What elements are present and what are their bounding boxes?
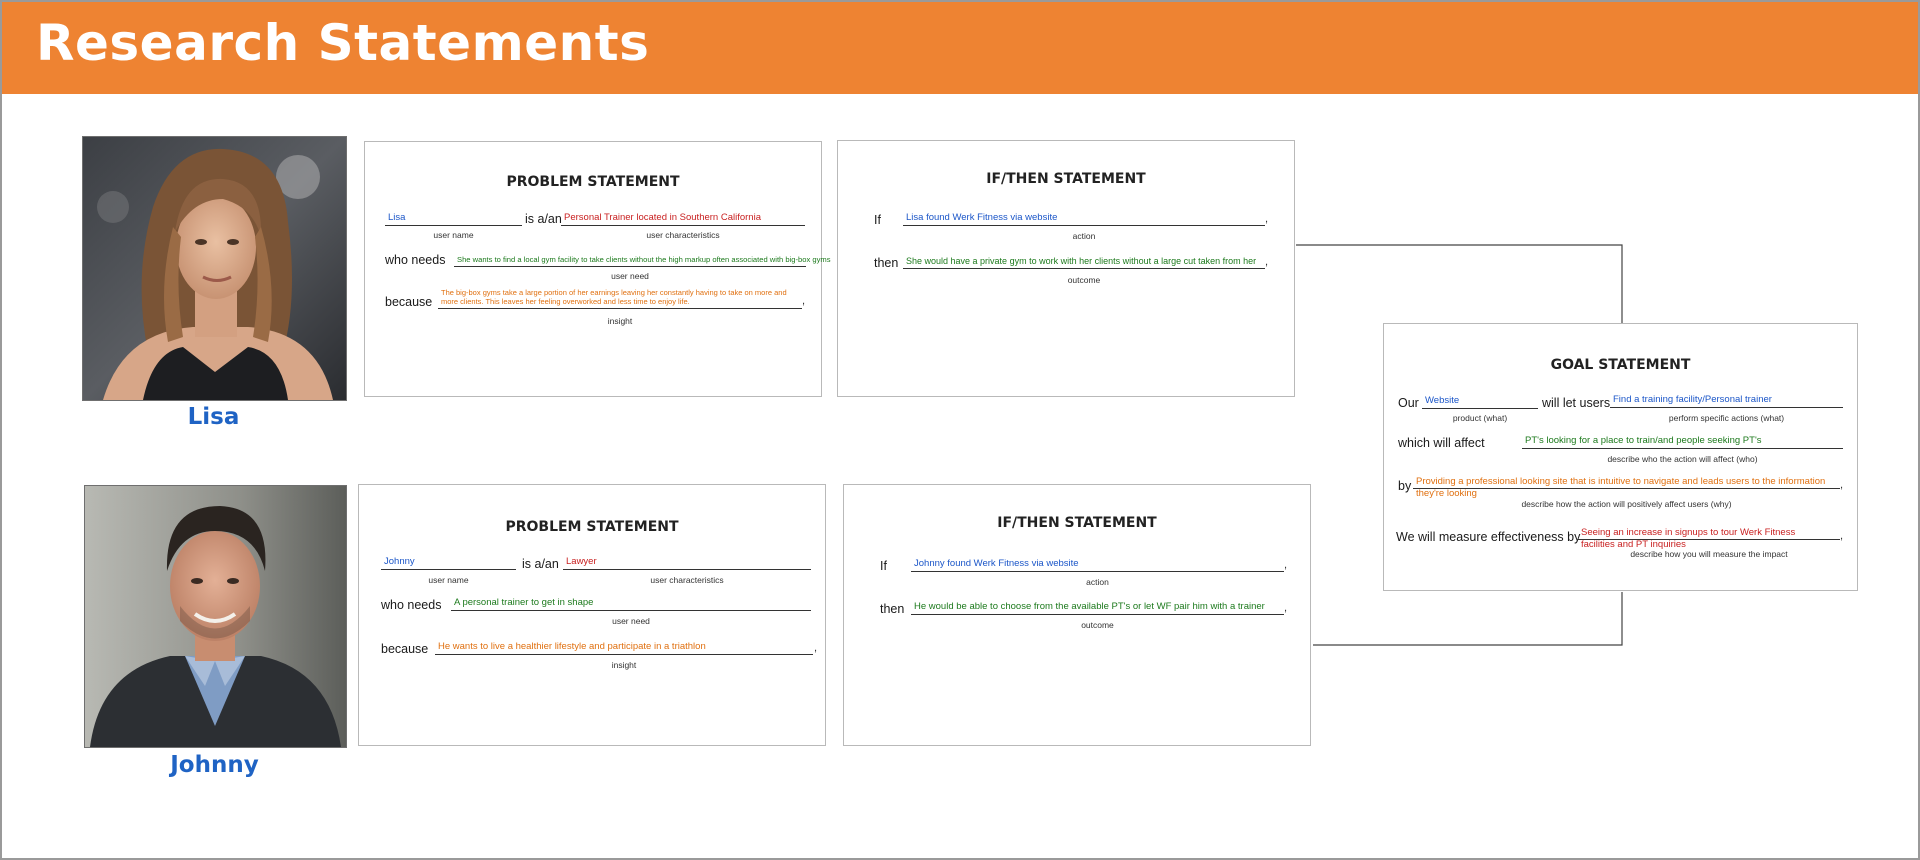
comma: , <box>1265 256 1269 268</box>
characteristics-field: Lawyer <box>563 555 811 570</box>
characteristics-caption: user characteristics <box>646 230 720 240</box>
user-name-value: Johnny <box>384 556 415 567</box>
measure-label: We will measure effectiveness by <box>1396 530 1581 544</box>
product-value: Website <box>1425 395 1460 406</box>
need-field: A personal trainer to get in shape <box>451 596 811 611</box>
insight-caption: insight <box>611 660 637 670</box>
if-label: If <box>880 559 887 573</box>
problem-statement-card-lisa: PROBLEM STATEMENT Lisa user name is a/an… <box>364 141 831 397</box>
action-value: Johnny found Werk Fitness via website <box>914 558 1079 569</box>
johnny-photo <box>84 485 347 748</box>
comma: , <box>1284 602 1288 614</box>
then-label: then <box>874 256 899 270</box>
comma: , <box>1840 530 1844 542</box>
card-title: IF/THEN STATEMENT <box>986 171 1146 187</box>
user-name-field: Johnny <box>381 555 516 570</box>
if-label: If <box>874 213 881 227</box>
user-name-caption: user name <box>428 575 469 585</box>
impact-caption: describe how you will measure the impact <box>1630 549 1788 559</box>
connector-johnny <box>1313 592 1623 646</box>
characteristics-caption: user characteristics <box>650 575 724 585</box>
actions-value: Find a training facility/Personal traine… <box>1613 394 1772 405</box>
by-label: by <box>1398 479 1412 493</box>
who-value: PT's looking for a place to train/and pe… <box>1525 435 1762 446</box>
action-value: Lisa found Werk Fitness via website <box>906 212 1058 223</box>
insight-caption: insight <box>607 316 633 326</box>
why-field: Providing a professional looking site th… <box>1413 470 1840 499</box>
need-value: She wants to find a local gym facility t… <box>457 255 831 264</box>
comma: , <box>1840 479 1844 491</box>
which-will-affect-label: which will affect <box>1398 436 1485 450</box>
ifthen-statement-card-johnny: IF/THEN STATEMENT If Johnny found Werk F… <box>843 484 1311 746</box>
impact-field: Seeing an increase in signups to tour We… <box>1578 523 1840 550</box>
then-label: then <box>880 602 905 616</box>
persona-name-lisa: Lisa <box>187 404 240 430</box>
actions-caption: perform specific actions (what) <box>1668 413 1785 423</box>
user-name-value: Lisa <box>388 212 406 223</box>
outcome-caption: outcome <box>1067 275 1101 285</box>
need-field: She wants to find a local gym facility t… <box>454 252 831 267</box>
lisa-photo <box>82 136 347 401</box>
action-field: Lisa found Werk Fitness via website <box>903 211 1265 226</box>
action-field: Johnny found Werk Fitness via website <box>911 557 1284 572</box>
comma: , <box>1284 559 1288 571</box>
impact-value: Seeing an increase in signups to tour We… <box>1581 527 1796 550</box>
our-label: Our <box>1398 396 1419 410</box>
insight-field: The big-box gyms take a large portion of… <box>438 284 802 309</box>
user-name-caption: user name <box>433 230 474 240</box>
characteristics-value: Lawyer <box>566 556 597 567</box>
product-caption: product (what) <box>1452 413 1508 423</box>
persona-name-johnny: Johnny <box>170 752 259 778</box>
product-field: Website <box>1422 394 1538 409</box>
because-label: because <box>385 295 433 309</box>
need-caption: user need <box>612 616 650 626</box>
why-value: Providing a professional looking site th… <box>1416 476 1826 499</box>
action-caption: action <box>1086 577 1109 587</box>
characteristics-field: Personal Trainer located in Southern Cal… <box>561 211 805 226</box>
need-value: A personal trainer to get in shape <box>454 597 594 608</box>
actions-field: Find a training facility/Personal traine… <box>1610 393 1843 408</box>
outcome-value: He would be able to choose from the avai… <box>914 601 1265 612</box>
will-let-users-label: will let users <box>1542 396 1611 410</box>
characteristics-value: Personal Trainer located in Southern Cal… <box>564 212 761 223</box>
insight-field: He wants to live a healthier lifestyle a… <box>435 640 813 655</box>
problem-statement-card-johnny: PROBLEM STATEMENT Johnny user name is a/… <box>358 484 826 746</box>
why-caption: describe how the action will positively … <box>1521 499 1732 509</box>
insight-value: He wants to live a healthier lifestyle a… <box>438 641 706 652</box>
outcome-field: She would have a private gym to work wit… <box>903 254 1265 269</box>
comma: , <box>1265 213 1269 225</box>
who-field: PT's looking for a place to train/and pe… <box>1522 434 1843 449</box>
who-needs-label: who needs <box>385 253 446 267</box>
who-caption: describe who the action will affect (who… <box>1607 454 1758 464</box>
user-name-field: Lisa <box>385 211 522 226</box>
connector-lisa <box>1296 244 1623 324</box>
ifthen-statement-card-lisa: IF/THEN STATEMENT If Lisa found Werk Fit… <box>837 140 1295 397</box>
card-title: GOAL STATEMENT <box>1550 357 1691 373</box>
who-needs-label: who needs <box>381 598 442 612</box>
card-title: PROBLEM STATEMENT <box>505 519 679 535</box>
goal-statement-card: GOAL STATEMENT Our Website product (what… <box>1383 323 1858 591</box>
comma: , <box>802 295 806 307</box>
outcome-field: He would be able to choose from the avai… <box>911 600 1284 615</box>
comma: , <box>814 642 818 654</box>
action-caption: action <box>1072 231 1096 241</box>
outcome-value: She would have a private gym to work wit… <box>906 256 1257 266</box>
card-title: PROBLEM STATEMENT <box>506 174 680 190</box>
because-label: because <box>381 642 429 656</box>
card-title: IF/THEN STATEMENT <box>997 515 1157 531</box>
outcome-caption: outcome <box>1081 620 1114 630</box>
is-label: is a/an <box>522 557 559 571</box>
is-label: is a/an <box>525 212 562 226</box>
need-caption: user need <box>611 271 649 281</box>
insight-value: The big-box gyms take a large portion of… <box>441 288 787 306</box>
